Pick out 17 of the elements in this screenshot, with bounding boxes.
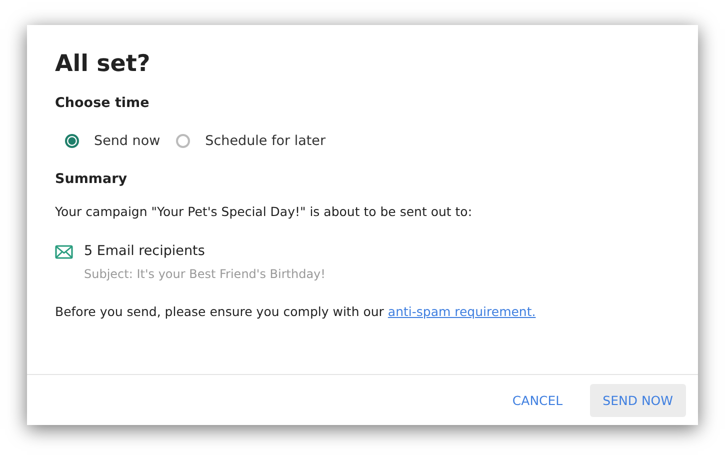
radio-option[interactable]: Send now [65,133,160,149]
send-now-button[interactable]: SEND NOW [590,384,686,416]
section-heading: Choose time [55,95,150,111]
radio-option[interactable]: Schedule for later [176,133,326,149]
section-heading: Summary [55,171,128,187]
dialog-title: All set? [55,51,152,77]
notice-text: Before you send, please ensure you comply with our anti-spam requirement. [55,304,537,319]
summary-text: Your campaign "Your Pet's Special Day!" is about to be sent out to: [55,204,474,219]
radio-button[interactable] [65,134,79,148]
radio-button[interactable] [176,134,190,148]
subject-text: Subject: It's your Best Friend's Birthday! [84,267,326,281]
radio-label: Send now [94,133,160,149]
anti-spam-link[interactable]: anti-spam requirement. [388,304,536,319]
envelope-icon [55,245,73,259]
recipients-count: 5 Email recipients [84,243,206,259]
cancel-button[interactable]: CANCEL [499,384,576,416]
radio-label: Schedule for later [205,133,326,149]
